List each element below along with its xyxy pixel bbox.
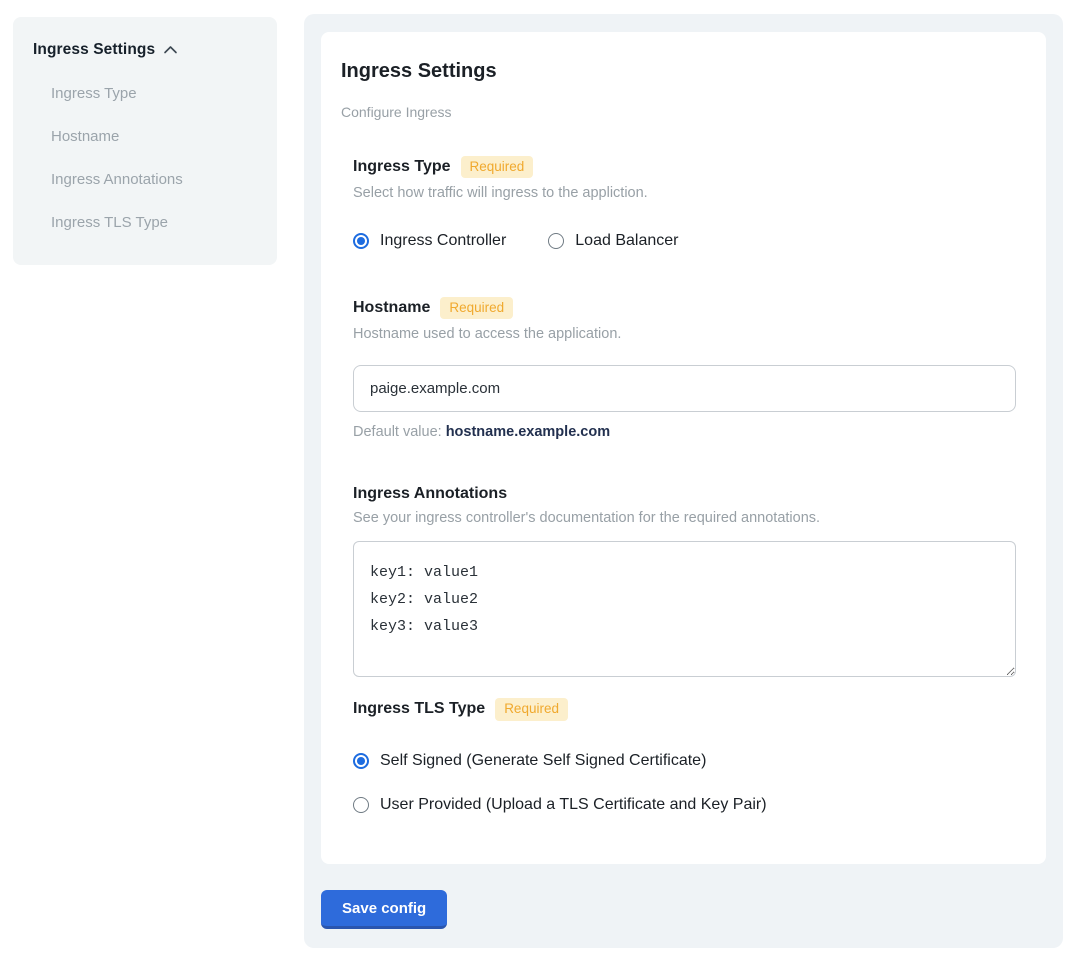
sidebar-item-ingress-tls-type[interactable]: Ingress TLS Type bbox=[51, 214, 257, 231]
required-badge: Required bbox=[461, 156, 534, 178]
annotations-description: See your ingress controller's documentat… bbox=[353, 510, 1016, 526]
hostname-input[interactable] bbox=[353, 365, 1016, 412]
ingress-settings-card: Ingress Settings Configure Ingress Ingre… bbox=[321, 32, 1046, 864]
sidebar-item-ingress-type[interactable]: Ingress Type bbox=[51, 85, 257, 102]
annotations-textarea[interactable]: key1: value1 key2: value2 key3: value3 bbox=[353, 541, 1016, 677]
radio-label[interactable]: Ingress Controller bbox=[380, 232, 506, 250]
sidebar-group-ingress-settings[interactable]: Ingress Settings bbox=[33, 41, 257, 59]
radio-label[interactable]: Load Balancer bbox=[575, 232, 678, 250]
hostname-label: Hostname bbox=[353, 299, 430, 317]
required-badge: Required bbox=[440, 297, 513, 319]
save-config-button[interactable]: Save config bbox=[321, 890, 447, 929]
annotations-label: Ingress Annotations bbox=[353, 485, 507, 503]
tls-type-label: Ingress TLS Type bbox=[353, 700, 485, 718]
sidebar-item-ingress-annotations[interactable]: Ingress Annotations bbox=[51, 171, 257, 188]
radio-selected-icon[interactable] bbox=[353, 233, 369, 249]
settings-panel: Ingress Settings Configure Ingress Ingre… bbox=[304, 14, 1063, 948]
section-ingress-tls-type: Ingress TLS Type Required Self Signed (G… bbox=[353, 698, 1016, 813]
section-ingress-type: Ingress Type Required Select how traffic… bbox=[353, 156, 1016, 250]
settings-sidebar: Ingress Settings Ingress Type Hostname I… bbox=[13, 17, 277, 265]
radio-selected-icon[interactable] bbox=[353, 753, 369, 769]
page-subtitle: Configure Ingress bbox=[341, 104, 1016, 120]
default-prefix: Default value: bbox=[353, 424, 446, 440]
sidebar-item-hostname[interactable]: Hostname bbox=[51, 128, 257, 145]
ingress-type-radio-group: Ingress Controller Load Balancer bbox=[353, 232, 1016, 250]
radio-option-ingress-controller[interactable]: Ingress Controller bbox=[353, 232, 506, 250]
chevron-up-icon bbox=[163, 44, 178, 56]
sidebar-nav: Ingress Type Hostname Ingress Annotation… bbox=[51, 85, 257, 231]
radio-label[interactable]: Self Signed (Generate Self Signed Certif… bbox=[380, 752, 706, 770]
form-sections: Ingress Type Required Select how traffic… bbox=[353, 156, 1016, 814]
radio-unselected-icon[interactable] bbox=[353, 797, 369, 813]
radio-option-self-signed[interactable]: Self Signed (Generate Self Signed Certif… bbox=[353, 752, 1016, 770]
ingress-type-label: Ingress Type bbox=[353, 158, 451, 176]
hostname-default-note: Default value: hostname.example.com bbox=[353, 424, 1016, 440]
radio-option-user-provided[interactable]: User Provided (Upload a TLS Certificate … bbox=[353, 796, 1016, 814]
ingress-type-description: Select how traffic will ingress to the a… bbox=[353, 185, 1016, 201]
tls-type-radio-group: Self Signed (Generate Self Signed Certif… bbox=[353, 752, 1016, 814]
section-ingress-annotations: Ingress Annotations See your ingress con… bbox=[353, 485, 1016, 677]
sidebar-group-title: Ingress Settings bbox=[33, 41, 155, 59]
radio-label[interactable]: User Provided (Upload a TLS Certificate … bbox=[380, 796, 767, 814]
radio-unselected-icon[interactable] bbox=[548, 233, 564, 249]
required-badge: Required bbox=[495, 698, 568, 720]
section-hostname: Hostname Required Hostname used to acces… bbox=[353, 297, 1016, 440]
page-title: Ingress Settings bbox=[341, 60, 1016, 83]
default-value: hostname.example.com bbox=[446, 424, 610, 440]
hostname-description: Hostname used to access the application. bbox=[353, 326, 1016, 342]
radio-option-load-balancer[interactable]: Load Balancer bbox=[548, 232, 678, 250]
